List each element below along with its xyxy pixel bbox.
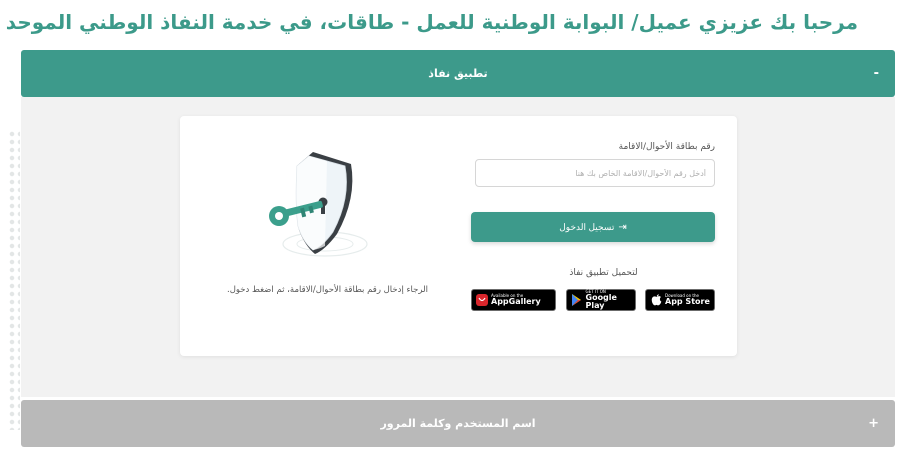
app-store-badge[interactable]: Download on the App Store bbox=[645, 289, 715, 311]
login-hint-text: الرجاء إدخال رقم بطاقة الأحوال/الاقامة، … bbox=[227, 285, 428, 295]
shield-key-illustration bbox=[265, 146, 385, 266]
download-nafath-label: لتحميل تطبيق نفاذ bbox=[569, 268, 638, 278]
appgallery-big-text: AppGallery bbox=[491, 297, 541, 306]
id-number-input[interactable] bbox=[475, 159, 715, 187]
google-play-big-text: Google Play bbox=[585, 293, 617, 310]
decorative-dots bbox=[8, 130, 20, 430]
apple-icon bbox=[650, 294, 662, 306]
credentials-panel-header[interactable]: اسم المستخدم وكلمة المرور + bbox=[21, 400, 895, 447]
id-field-label: رقم بطاقة الأحوال/الاقامة bbox=[618, 142, 715, 152]
huawei-icon bbox=[476, 294, 488, 306]
expand-icon[interactable]: + bbox=[868, 400, 879, 447]
google-play-badge[interactable]: GET IT ON Google Play bbox=[565, 289, 636, 311]
login-button[interactable]: ⇥ تسجيل الدخول bbox=[471, 212, 715, 242]
app-store-big-text: App Store bbox=[665, 297, 710, 306]
nafath-panel-header[interactable]: تطبيق نفاذ - bbox=[21, 50, 895, 97]
store-badges: Available on the AppGallery GET IT ON Go… bbox=[471, 289, 715, 311]
login-card: رقم بطاقة الأحوال/الاقامة ⇥ تسجيل الدخول… bbox=[180, 116, 737, 356]
credentials-panel-title: اسم المستخدم وكلمة المرور bbox=[380, 417, 536, 430]
appgallery-badge[interactable]: Available on the AppGallery bbox=[471, 289, 556, 311]
page-title: مرحبا بك عزيزي عميل/ البوابة الوطنية للع… bbox=[5, 10, 858, 34]
login-button-label: تسجيل الدخول bbox=[559, 221, 615, 232]
nafath-panel-title: تطبيق نفاذ bbox=[428, 67, 488, 80]
login-icon: ⇥ bbox=[618, 221, 627, 233]
collapse-icon[interactable]: - bbox=[874, 50, 879, 97]
google-play-icon bbox=[571, 294, 583, 306]
